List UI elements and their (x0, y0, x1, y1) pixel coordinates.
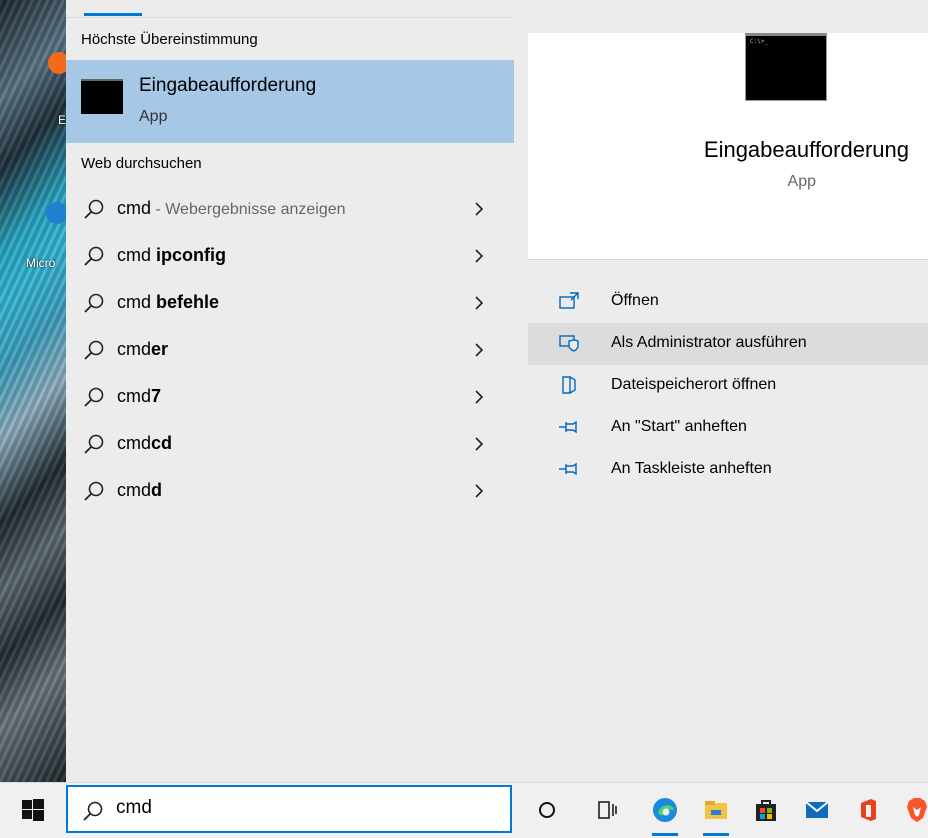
search-icon (84, 199, 104, 219)
web-result-item[interactable]: cmder (66, 327, 514, 374)
store-icon[interactable] (751, 795, 781, 825)
search-icon (84, 340, 104, 360)
chevron-right-icon (475, 296, 484, 310)
edge-shortcut-icon[interactable] (46, 202, 68, 224)
chevron-right-icon (475, 249, 484, 263)
preview-pane: C:\>_ Eingabeaufforderung App Öffnen Als … (514, 0, 928, 782)
web-result-text: cmd befehle (117, 292, 219, 313)
query-suggestion: er (151, 339, 169, 359)
web-result-item[interactable]: cmd - Webergebnisse anzeigen (66, 186, 514, 233)
query-suggestion: 7 (151, 386, 162, 406)
web-result-text: cmd7 (117, 386, 161, 407)
search-icon (84, 481, 104, 501)
icon-text: C:\>_ (750, 38, 769, 45)
taskbar (0, 782, 928, 838)
chevron-right-icon (475, 202, 484, 216)
desktop-icon-label[interactable]: Micro (26, 256, 55, 270)
file-location-icon (562, 376, 576, 394)
web-result-item[interactable]: cmd ipconfig (66, 233, 514, 280)
best-match-heading: Höchste Übereinstimmung (81, 31, 258, 48)
web-search-heading: Web durchsuchen (81, 155, 202, 172)
divider (528, 259, 928, 260)
action-label: Dateispeicherort öffnen (611, 376, 777, 393)
shield-icon (559, 335, 579, 352)
search-icon (84, 293, 104, 313)
action-label: An Taskleiste anheften (611, 460, 772, 477)
office-icon[interactable] (853, 795, 883, 825)
web-result-text: cmdcd (117, 433, 172, 454)
query-prefix: cmd (117, 339, 152, 359)
file-explorer-icon[interactable] (701, 795, 731, 825)
query-suggestion: cd (151, 433, 173, 453)
web-result-item[interactable]: cmdcd (66, 421, 514, 468)
desktop-wallpaper: E Micro (0, 0, 70, 782)
query-prefix: cmd (117, 386, 152, 406)
action-item[interactable]: Dateispeicherort öffnen (528, 365, 928, 407)
action-label: An "Start" anheften (611, 418, 747, 435)
windows-start-icon[interactable] (22, 799, 44, 821)
preview-title: Eingabeaufforderung (703, 137, 909, 162)
tab-indicator (84, 13, 142, 16)
preview-type: App (787, 173, 816, 190)
action-label: Öffnen (611, 292, 659, 309)
chevron-right-icon (475, 437, 484, 451)
cortana-icon[interactable] (532, 795, 562, 825)
query-suggestion: ipconfig (156, 245, 227, 265)
web-result-hint: - Webergebnisse anzeigen (151, 201, 346, 218)
desktop-icon-label[interactable]: E (58, 113, 66, 127)
web-result-text: cmd ipconfig (117, 245, 226, 266)
taskbar-search-box[interactable] (66, 785, 512, 833)
divider (66, 17, 514, 18)
pin-icon (559, 420, 577, 434)
best-match-type: App (139, 108, 168, 125)
chevron-right-icon (475, 343, 484, 357)
search-results-pane: Höchste Übereinstimmung Eingabeaufforder… (66, 0, 514, 782)
query-prefix: cmd (117, 480, 152, 500)
best-match-name: Eingabeaufforderung (139, 75, 317, 96)
action-label: Als Administrator ausführen (611, 334, 807, 351)
edge-icon[interactable] (650, 795, 680, 825)
task-view-icon[interactable] (592, 795, 622, 825)
action-item[interactable]: An Taskleiste anheften (528, 449, 928, 491)
query-prefix: cmd (117, 292, 157, 312)
web-result-text: cmdd (117, 480, 162, 501)
query-prefix: cmd (117, 245, 157, 265)
search-icon (84, 434, 104, 454)
action-item[interactable]: Öffnen (528, 281, 928, 323)
brave-icon[interactable] (902, 795, 928, 825)
pin-icon (559, 462, 577, 476)
chevron-right-icon (475, 390, 484, 404)
active-app-indicator (703, 833, 729, 836)
query-prefix: cmd (117, 198, 152, 218)
query-prefix: cmd (117, 433, 152, 453)
web-result-item[interactable]: cmdd (66, 468, 514, 515)
query-suggestion: d (151, 480, 163, 500)
wallpaper-texture (0, 0, 66, 782)
search-input[interactable] (116, 795, 496, 821)
best-match-item[interactable]: Eingabeaufforderung App (66, 60, 514, 143)
command-prompt-icon (81, 79, 123, 114)
open-icon (559, 292, 579, 309)
search-icon (84, 387, 104, 407)
chevron-right-icon (475, 484, 484, 498)
query-suggestion: befehle (156, 292, 220, 312)
web-result-text: cmder (117, 339, 168, 360)
command-prompt-large-icon: C:\>_ (745, 33, 827, 101)
web-result-item[interactable]: cmd befehle (66, 280, 514, 327)
search-icon (84, 246, 104, 266)
web-result-item[interactable]: cmd7 (66, 374, 514, 421)
action-item[interactable]: Als Administrator ausführen (528, 323, 928, 365)
mail-icon[interactable] (802, 795, 832, 825)
search-icon (83, 801, 103, 821)
active-app-indicator (652, 833, 678, 836)
web-result-text: cmd - Webergebnisse anzeigen (117, 198, 346, 219)
action-item[interactable]: An "Start" anheften (528, 407, 928, 449)
